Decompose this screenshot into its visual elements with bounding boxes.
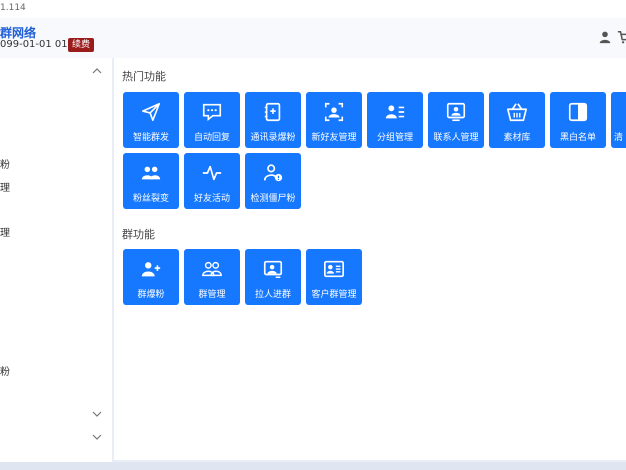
main-content: 热门功能 智能群发 自动回复 通讯录爆粉 新好友管理 分组管理 联系人管理 素材… [114, 58, 626, 460]
tile-label: 黑白名单 [559, 133, 596, 143]
tile-friend-activity[interactable]: 好友活动 [184, 153, 240, 209]
tile-blackwhite-list[interactable]: 黑白名单 [550, 92, 606, 148]
new-friend-icon [324, 102, 344, 122]
contacts-book-icon [264, 102, 281, 122]
detect-user-icon [263, 164, 283, 182]
tile-label: 群爆粉 [137, 290, 165, 300]
tile-group-manage[interactable]: 分组管理 [367, 92, 423, 148]
tile-label: 拉人进群 [254, 290, 291, 300]
tile-detect-zombie[interactable]: 检测僵尸粉 [245, 153, 301, 209]
activity-icon [202, 165, 222, 181]
tile-label: 粉丝裂变 [132, 194, 169, 204]
renew-button[interactable]: 续费 [68, 38, 95, 52]
title-bar: 1.114 [0, 0, 626, 18]
tile-clean[interactable]: 清 [611, 92, 626, 148]
tile-group-boost[interactable]: 群爆粉 [123, 249, 179, 305]
chevron-up-icon[interactable] [92, 66, 102, 76]
tile-auto-reply[interactable]: 自动回复 [184, 92, 240, 148]
basket-icon [507, 103, 527, 122]
tile-contact-manage[interactable]: 联系人管理 [428, 92, 484, 148]
tile-smart-broadcast[interactable]: 智能群发 [123, 92, 179, 148]
tile-label: 联系人管理 [433, 133, 479, 143]
tile-label: 智能群发 [132, 133, 169, 143]
customer-group-icon [324, 260, 344, 278]
chevron-down-icon[interactable] [92, 409, 102, 419]
sidebar-item-4[interactable]: 粉 [0, 363, 10, 378]
tile-label: 群管理 [198, 290, 226, 300]
tile-fans-fission[interactable]: 粉丝裂变 [123, 153, 179, 209]
fans-icon [141, 166, 161, 180]
tile-customer-group[interactable]: 客户群管理 [306, 249, 362, 305]
bottom-strip [0, 462, 626, 470]
tile-label: 自动回复 [193, 133, 230, 143]
group-list-icon [385, 105, 405, 119]
sidebar-item-2[interactable]: 理 [0, 179, 10, 194]
tile-label: 清 [613, 133, 623, 143]
sidebar-item-1[interactable]: 粉 [0, 156, 10, 171]
tile-group-management[interactable]: 群管理 [184, 249, 240, 305]
chat-reply-icon [202, 103, 222, 122]
user-icon[interactable] [598, 30, 612, 44]
version-text: 1.114 [0, 3, 26, 13]
tile-label: 分组管理 [376, 133, 413, 143]
tile-label: 好友活动 [193, 194, 230, 204]
invite-icon [263, 260, 283, 278]
sidebar-item-3[interactable]: 理 [0, 224, 10, 239]
tile-label: 检测僵尸粉 [250, 194, 296, 204]
tile-new-friend[interactable]: 新好友管理 [306, 92, 362, 148]
sidebar: 粉 理 理 粉 [0, 58, 112, 462]
section-title-hot: 热门功能 [122, 70, 166, 83]
send-icon [141, 102, 161, 122]
app-header: 群网络 099-01-01 01:01 续费 [0, 18, 626, 58]
tile-label: 新好友管理 [311, 133, 357, 143]
contact-card-icon [446, 102, 466, 122]
tile-label: 素材库 [503, 133, 531, 143]
tile-label: 通讯录爆粉 [250, 133, 296, 143]
group-manage-icon [202, 261, 222, 277]
tile-invite-to-group[interactable]: 拉人进群 [245, 249, 301, 305]
tile-label: 客户群管理 [311, 290, 357, 300]
blackwhite-icon [568, 102, 588, 122]
cart-icon[interactable] [617, 30, 626, 44]
tile-material-library[interactable]: 素材库 [489, 92, 545, 148]
tile-contacts-boost[interactable]: 通讯录爆粉 [245, 92, 301, 148]
chevron-down-icon[interactable] [92, 432, 102, 442]
section-title-group: 群功能 [122, 228, 155, 241]
user-add-icon [141, 262, 161, 277]
